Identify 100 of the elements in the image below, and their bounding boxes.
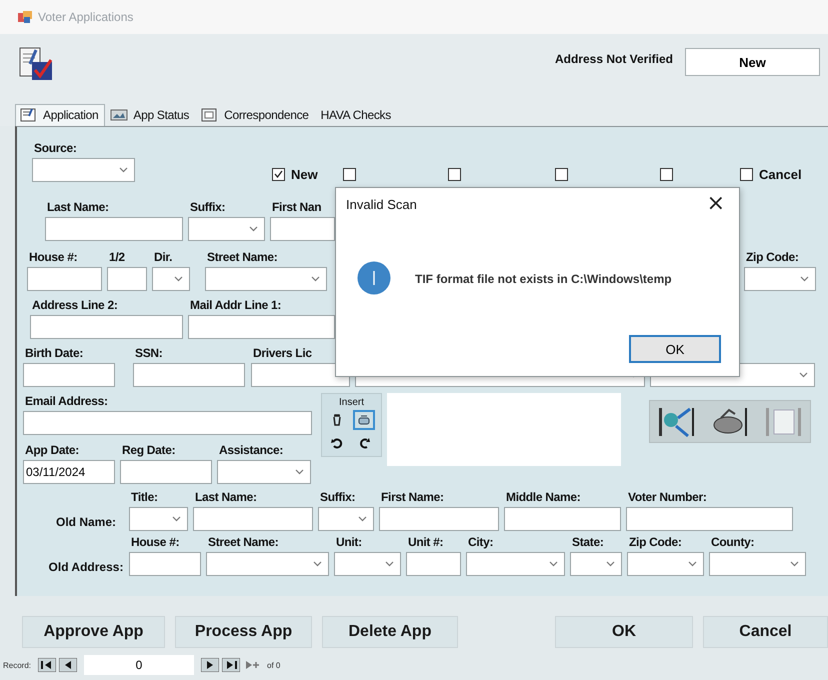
dropdown[interactable] bbox=[188, 217, 265, 241]
tab[interactable]: Application bbox=[15, 104, 106, 126]
text-field[interactable] bbox=[23, 363, 115, 387]
chevron-icon bbox=[800, 276, 809, 282]
next-record-icon bbox=[201, 658, 220, 672]
field-label: Street Name: bbox=[207, 250, 278, 265]
insert-label: Insert bbox=[338, 397, 364, 408]
dropdown[interactable] bbox=[466, 552, 565, 576]
first-record-icon bbox=[38, 658, 56, 672]
next-record-button[interactable] bbox=[201, 658, 220, 672]
field-label: Unit: bbox=[336, 535, 363, 550]
dropdown[interactable] bbox=[334, 552, 401, 576]
field-label: Suffix: bbox=[190, 200, 226, 215]
checkbox[interactable] bbox=[343, 168, 356, 180]
chevron-icon bbox=[249, 226, 258, 232]
window-title: Voter Applications bbox=[38, 10, 134, 24]
chevron-icon bbox=[119, 167, 128, 173]
previous-record-button[interactable] bbox=[59, 658, 78, 672]
field-label: Zip Code: bbox=[746, 250, 800, 265]
action-button[interactable]: Approve App bbox=[22, 616, 165, 648]
dropdown[interactable] bbox=[205, 267, 327, 291]
text-field[interactable] bbox=[120, 460, 212, 484]
dropdown[interactable] bbox=[32, 158, 135, 182]
field-label: Suffix: bbox=[320, 490, 356, 505]
dropdown[interactable] bbox=[570, 552, 622, 576]
text-field[interactable] bbox=[504, 507, 621, 531]
text-field[interactable] bbox=[23, 411, 312, 435]
chevron-icon bbox=[790, 561, 799, 567]
checkbox-label: Cancel bbox=[759, 166, 802, 182]
dropdown[interactable] bbox=[206, 552, 329, 576]
text-field[interactable] bbox=[251, 363, 350, 387]
checkbox[interactable] bbox=[448, 168, 461, 180]
checkbox[interactable] bbox=[555, 168, 568, 180]
text-field[interactable]: 03/11/2024 bbox=[23, 460, 115, 484]
ok-button[interactable]: OK bbox=[629, 335, 721, 363]
text-field[interactable] bbox=[30, 315, 183, 339]
record-field[interactable]: 0 bbox=[84, 655, 194, 675]
text-field[interactable] bbox=[193, 507, 313, 531]
dropdown[interactable] bbox=[217, 460, 311, 484]
section-label: Old Name: bbox=[54, 515, 117, 529]
text-field[interactable] bbox=[626, 507, 793, 531]
field-label: Email Address: bbox=[25, 394, 109, 409]
field-label: Address Line 2: bbox=[32, 298, 119, 313]
tab[interactable]: Correspondence bbox=[196, 104, 316, 126]
text-field[interactable] bbox=[188, 315, 335, 339]
record-count: of 0 bbox=[267, 660, 280, 670]
close-button[interactable]: × bbox=[702, 191, 729, 216]
field-label: House #: bbox=[29, 250, 78, 265]
app-icon bbox=[18, 11, 32, 23]
dropdown[interactable] bbox=[627, 552, 704, 576]
action-button[interactable]: Cancel bbox=[703, 616, 828, 648]
last-record-button[interactable] bbox=[222, 658, 240, 672]
dropdown[interactable] bbox=[152, 267, 190, 291]
action-button[interactable]: Delete App bbox=[322, 616, 458, 648]
text-field[interactable] bbox=[129, 552, 201, 576]
field-label: SSN: bbox=[135, 346, 164, 361]
dropdown[interactable] bbox=[318, 507, 374, 531]
tab[interactable]: App Status bbox=[105, 104, 196, 126]
section-label: Old Address: bbox=[48, 560, 124, 574]
magnifier-icon bbox=[658, 406, 696, 438]
checkbox[interactable] bbox=[740, 168, 753, 180]
scanner-button[interactable] bbox=[353, 410, 375, 430]
chevron-icon bbox=[606, 561, 615, 567]
chevron-icon bbox=[295, 469, 304, 475]
field-label: Drivers Lic bbox=[253, 346, 313, 361]
dropdown[interactable] bbox=[129, 507, 188, 531]
first-record-button[interactable] bbox=[38, 658, 56, 672]
record-label: Record: bbox=[3, 660, 32, 670]
field-label: House #: bbox=[131, 535, 180, 550]
dropdown[interactable] bbox=[744, 267, 816, 291]
dropdown[interactable] bbox=[709, 552, 806, 576]
text-field[interactable] bbox=[379, 507, 499, 531]
tab[interactable]: HAVA Checks bbox=[316, 104, 398, 126]
chevron-icon bbox=[385, 561, 394, 567]
new-record-button[interactable] bbox=[243, 658, 262, 672]
last-record-icon bbox=[222, 658, 240, 672]
text-field[interactable] bbox=[45, 217, 183, 241]
text-field[interactable] bbox=[107, 267, 147, 291]
field-label: 1/2 bbox=[109, 250, 126, 265]
text-field[interactable] bbox=[406, 552, 461, 576]
scanner-button[interactable] bbox=[711, 406, 748, 438]
field-label: Middle Name: bbox=[506, 490, 582, 505]
chevron-icon bbox=[313, 561, 322, 567]
checkbox-label: New bbox=[291, 166, 318, 182]
action-button[interactable]: Process App bbox=[175, 616, 312, 648]
field-label: Dir. bbox=[154, 250, 174, 265]
chevron-icon bbox=[172, 516, 181, 522]
document-button[interactable] bbox=[764, 406, 802, 438]
address-status: Address Not Verified bbox=[554, 52, 673, 66]
text-field[interactable] bbox=[133, 363, 245, 387]
magnifier-button[interactable] bbox=[658, 406, 696, 438]
field-label: Zip Code: bbox=[629, 535, 683, 550]
field-label: First Name: bbox=[381, 490, 445, 505]
checkbox[interactable] bbox=[272, 168, 285, 180]
checkbox[interactable] bbox=[660, 168, 673, 180]
dialog-message: TIF format file not exists in C:\Windows\temp bbox=[415, 272, 672, 286]
action-button[interactable]: OK bbox=[555, 616, 693, 648]
new-record-icon bbox=[243, 658, 262, 672]
text-field[interactable] bbox=[270, 217, 335, 241]
text-field[interactable] bbox=[27, 267, 102, 291]
